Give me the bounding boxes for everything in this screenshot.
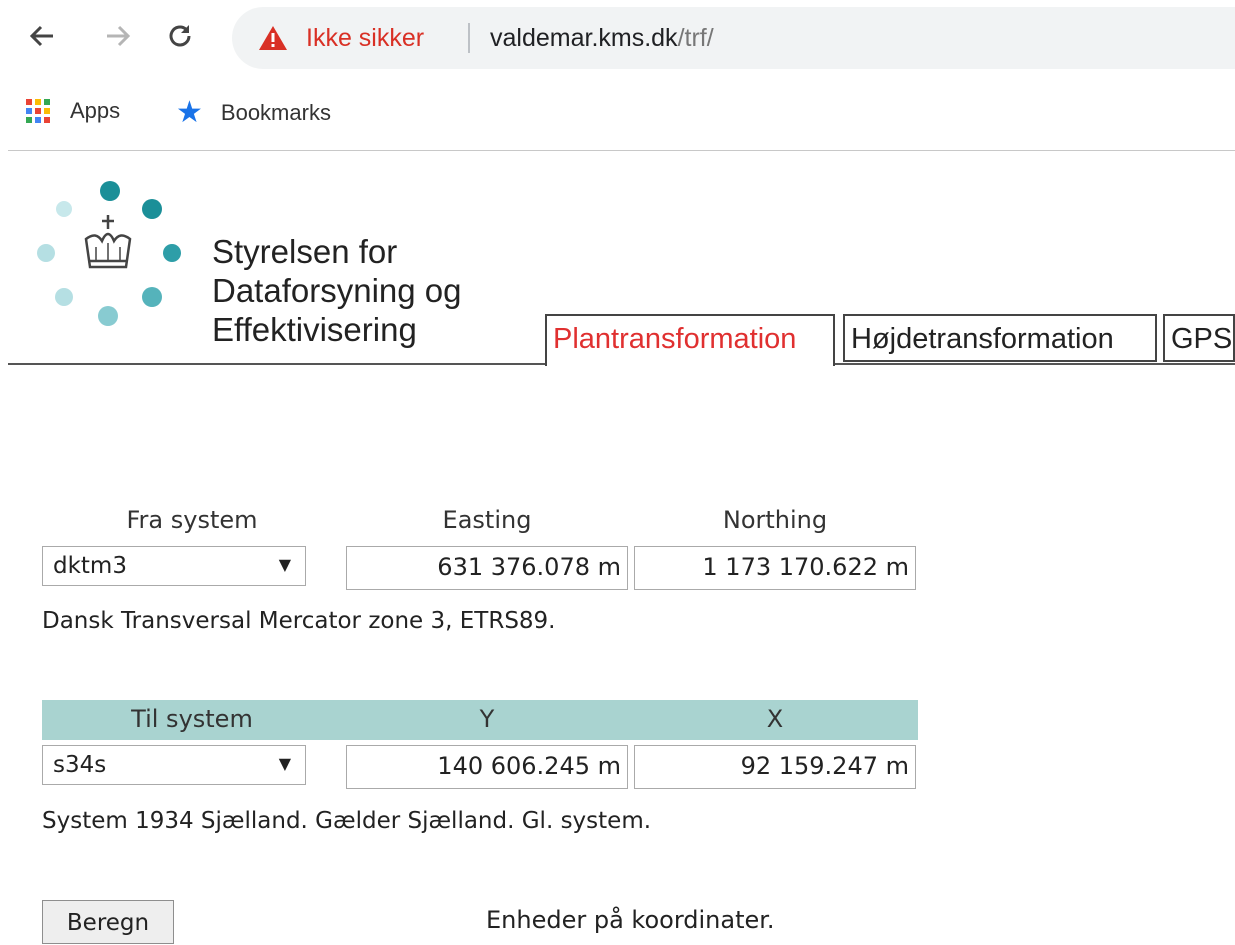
browser-toolbar: Ikke sikker valdemar.kms.dk/trf/ [0, 0, 1235, 84]
back-icon[interactable] [24, 18, 60, 54]
chrome-divider [8, 150, 1235, 151]
chevron-down-icon: ▼ [278, 555, 291, 574]
apps-grid-icon [26, 99, 50, 123]
agency-logo [34, 175, 194, 335]
url-text[interactable]: valdemar.kms.dk/trf/ [490, 24, 714, 53]
x-output[interactable]: 92 159.247 m [634, 745, 916, 789]
y-label: Y [479, 705, 495, 733]
northing-input[interactable]: 1 173 170.622 m [634, 546, 916, 590]
star-icon: ★ [176, 96, 203, 129]
security-warning-text[interactable]: Ikke sikker [306, 24, 424, 53]
agency-line-1: Styrelsen for [212, 233, 398, 270]
url-path: /trf/ [677, 24, 714, 52]
agency-name: Styrelsen for Dataforsyning og Effektivi… [212, 232, 461, 349]
bookmarks-bar: Apps ★ Bookmarks [0, 84, 1235, 150]
easting-label: Easting [442, 506, 532, 534]
url-host: valdemar.kms.dk [490, 24, 678, 52]
omnibox-separator [468, 23, 470, 53]
bookmark-apps[interactable]: Apps [26, 98, 120, 124]
tab-gps[interactable]: GPS [1163, 314, 1235, 362]
chevron-down-icon: ▼ [278, 754, 291, 773]
easting-input[interactable]: 631 376.078 m [346, 546, 628, 590]
from-system-value: dktm3 [53, 553, 127, 579]
to-system-description: System 1934 Sjælland. Gælder Sjælland. G… [42, 808, 652, 834]
from-system-description: Dansk Transversal Mercator zone 3, ETRS8… [42, 608, 556, 634]
agency-line-3: Effektivisering [212, 311, 417, 348]
address-bar[interactable]: Ikke sikker valdemar.kms.dk/trf/ [232, 7, 1235, 69]
forward-icon[interactable] [100, 18, 136, 54]
reload-icon[interactable] [162, 18, 198, 54]
to-system-label: Til system [131, 705, 253, 733]
x-label: X [766, 705, 784, 733]
warning-icon [258, 25, 288, 51]
tab-plantransformation[interactable]: Plantransformation [545, 314, 835, 366]
bookmark-bookmarks[interactable]: ★ Bookmarks [176, 98, 331, 128]
bookmark-apps-label: Apps [70, 98, 121, 123]
from-system-label: Fra system [126, 506, 258, 534]
agency-line-2: Dataforsyning og [212, 272, 462, 309]
tab-hojdetransformation[interactable]: Højdetransformation [843, 314, 1157, 362]
bookmark-bookmarks-label: Bookmarks [220, 100, 331, 125]
to-system-select[interactable]: s34s ▼ [42, 745, 306, 785]
units-link[interactable]: Enheder på koordinater. [486, 906, 775, 934]
y-output[interactable]: 140 606.245 m [346, 745, 628, 789]
to-system-value: s34s [53, 752, 107, 778]
calculate-button[interactable]: Beregn [42, 900, 174, 944]
from-system-select[interactable]: dktm3 ▼ [42, 546, 306, 586]
northing-label: Northing [722, 506, 828, 534]
